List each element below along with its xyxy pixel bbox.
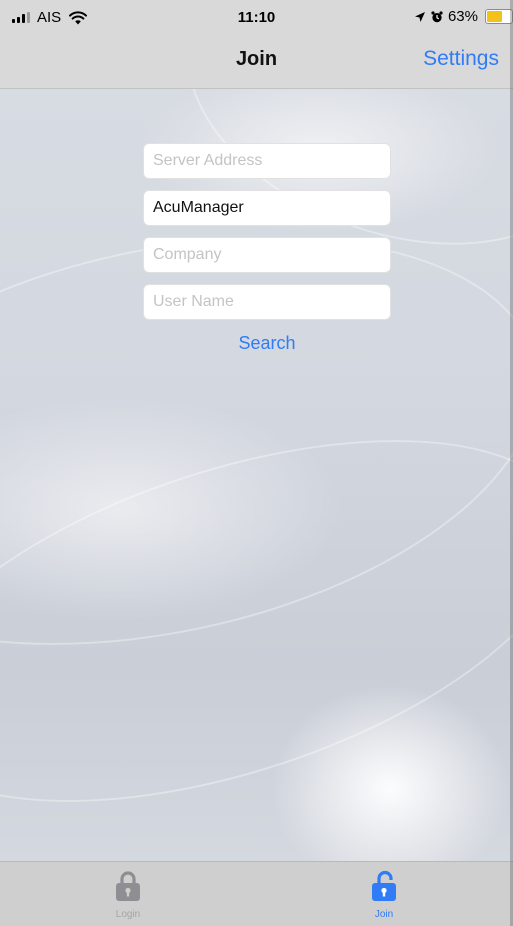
join-form: Search <box>143 143 391 355</box>
user-name-field <box>143 284 391 320</box>
app-name-input[interactable] <box>153 199 381 217</box>
battery-icon <box>485 9 513 24</box>
tab-join-label: Join <box>374 909 394 920</box>
company-field <box>143 237 391 273</box>
app-name-field <box>143 190 391 226</box>
alarm-clock-icon <box>431 10 443 22</box>
server-address-field <box>143 143 391 179</box>
lock-open-icon <box>372 870 396 901</box>
top-chrome: AIS 11:10 63% Join Settings <box>0 0 513 89</box>
lock-closed-icon <box>116 871 140 901</box>
tab-bar: Login Join <box>0 861 513 926</box>
app-screen: AIS 11:10 63% Join Settings Server Addre… <box>0 0 513 926</box>
battery-percent: 63% <box>447 8 478 25</box>
search-button[interactable]: Search <box>232 332 301 355</box>
status-right: 63% <box>414 8 513 25</box>
tab-login[interactable]: Login <box>0 862 256 926</box>
tab-join[interactable]: Join <box>256 862 512 926</box>
navigation-bar: Join Settings <box>0 34 513 88</box>
user-name-input[interactable] <box>153 293 381 311</box>
status-bar: AIS 11:10 63% <box>0 0 513 34</box>
location-arrow-icon <box>414 11 425 22</box>
settings-button[interactable]: Settings <box>423 47 499 71</box>
server-address-input[interactable] <box>153 152 381 170</box>
company-input[interactable] <box>153 246 381 264</box>
join-content: Search <box>0 89 513 861</box>
tab-login-label: Login <box>115 909 141 920</box>
